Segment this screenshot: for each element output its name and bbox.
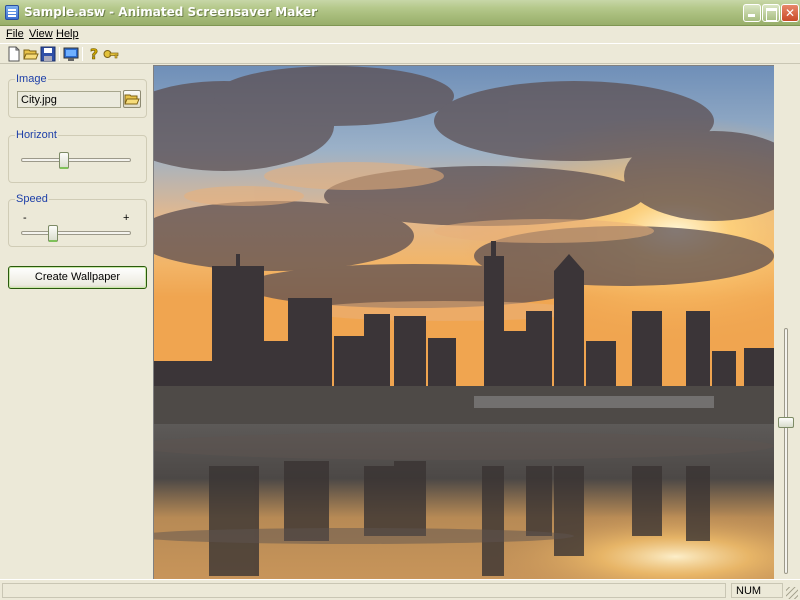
window-title: Sample.asw - Animated Screensaver Maker	[24, 5, 318, 19]
image-preview	[153, 65, 774, 579]
toolbar-separator	[82, 47, 83, 61]
browse-image-button[interactable]	[123, 90, 141, 108]
open-folder-icon	[124, 94, 140, 105]
settings-panel: Image City.jpg Horizont Speed - + Create…	[0, 65, 153, 579]
vertical-slider-thumb[interactable]	[778, 417, 794, 428]
vertical-slider-strip	[774, 65, 800, 579]
maximize-button[interactable]	[762, 4, 780, 22]
speed-slider-thumb[interactable]	[48, 225, 58, 242]
speed-group-title: Speed	[15, 193, 49, 205]
title-bar[interactable]: Sample.asw - Animated Screensaver Maker …	[0, 0, 800, 26]
menu-help[interactable]: Help	[56, 28, 79, 40]
save-icon[interactable]	[40, 46, 56, 62]
close-button[interactable]: ✕	[781, 4, 799, 22]
monitor-preview-icon[interactable]	[63, 46, 79, 62]
new-document-icon[interactable]	[6, 46, 22, 62]
create-wallpaper-button[interactable]: Create Wallpaper	[8, 266, 147, 289]
status-bar: NUM	[0, 579, 800, 600]
horizont-slider-track[interactable]	[21, 158, 131, 162]
speed-min-label: -	[23, 212, 27, 224]
maximize-icon	[763, 5, 779, 21]
svg-text:?: ?	[90, 47, 98, 62]
app-icon[interactable]	[5, 5, 19, 20]
city-skyline-image	[154, 66, 774, 579]
help-icon[interactable]: ?	[86, 46, 102, 62]
status-text-pane	[2, 583, 726, 598]
menu-view[interactable]: View	[29, 28, 53, 40]
resize-grip-icon[interactable]	[786, 587, 798, 599]
close-icon: ✕	[784, 6, 796, 20]
toolbar: ?	[0, 43, 800, 64]
image-group: Image City.jpg	[8, 73, 147, 118]
open-folder-icon[interactable]	[23, 46, 39, 62]
minimize-icon	[744, 5, 760, 21]
toolbar-separator	[59, 47, 60, 61]
horizont-group: Horizont	[8, 129, 147, 183]
horizont-slider-thumb[interactable]	[59, 152, 69, 169]
menu-bar: File View Help	[0, 26, 800, 43]
horizont-group-title: Horizont	[15, 129, 58, 141]
image-group-title: Image	[15, 73, 48, 85]
num-lock-indicator: NUM	[731, 583, 783, 598]
image-filename-field[interactable]: City.jpg	[17, 91, 121, 108]
speed-group: Speed - +	[8, 193, 147, 247]
speed-slider-track[interactable]	[21, 231, 131, 235]
menu-file[interactable]: File	[6, 28, 24, 40]
vertical-slider-track[interactable]	[784, 328, 788, 574]
minimize-button[interactable]	[743, 4, 761, 22]
key-icon[interactable]	[103, 46, 119, 62]
speed-max-label: +	[123, 212, 130, 224]
